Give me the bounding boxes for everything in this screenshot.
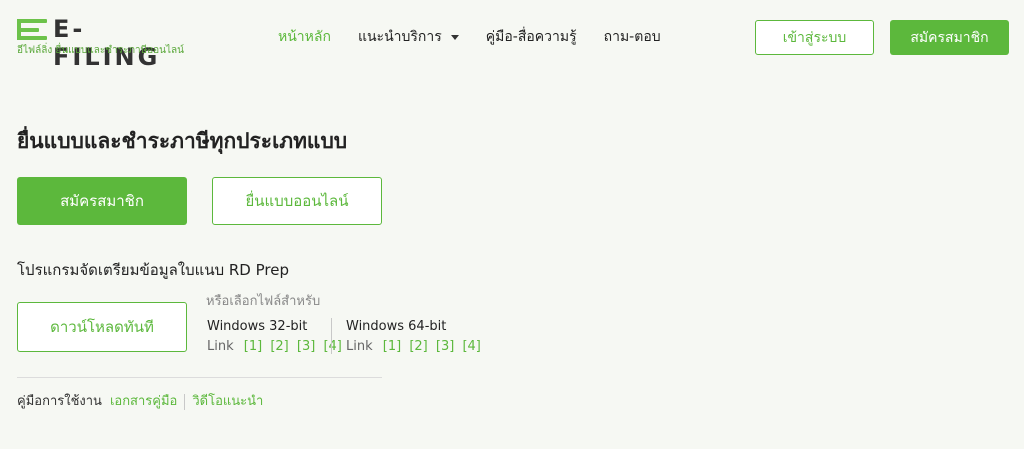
header: E-FILING อีไฟล์ลิ่ง ยื่นแบบและชำระภาษีออ… xyxy=(0,0,1024,80)
nav-services[interactable]: แนะนำบริการ xyxy=(358,27,459,47)
link-separator xyxy=(184,394,186,410)
login-button[interactable]: เข้าสู่ระบบ xyxy=(755,20,874,55)
file-online-button[interactable]: ยื่นแบบออนไลน์ xyxy=(212,177,382,225)
win32-link-4[interactable]: [4] xyxy=(323,339,341,354)
rdprep-title: โปรแกรมจัดเตรียมข้อมูลใบแนบ RD Prep xyxy=(17,261,289,279)
win64-link-2[interactable]: [2] xyxy=(409,339,427,354)
page-title: ยื่นแบบและชำระภาษีทุกประเภทแบบ xyxy=(17,129,348,153)
user-guide-row: คู่มือการใช้งาน เอกสารคู่มือ วิดีโอแนะนำ xyxy=(17,392,263,412)
register-button[interactable]: สมัครสมาชิก xyxy=(17,177,187,225)
efiling-logo[interactable]: E-FILING อีไฟล์ลิ่ง ยื่นแบบและชำระภาษีออ… xyxy=(17,15,187,71)
main-nav: หน้าหลัก แนะนำบริการ คู่มือ-สื่อความรู้ … xyxy=(278,27,688,47)
windows-32bit-links: Link [1] [2] [3] [4] xyxy=(207,338,346,356)
nav-home[interactable]: หน้าหลัก xyxy=(278,27,331,47)
win32-link-3[interactable]: [3] xyxy=(297,339,315,354)
link-label: Link xyxy=(207,339,234,354)
nav-manuals[interactable]: คู่มือ-สื่อความรู้ xyxy=(486,27,577,47)
win32-link-1[interactable]: [1] xyxy=(244,339,262,354)
logo-e-mark-icon xyxy=(17,18,47,40)
win64-link-3[interactable]: [3] xyxy=(436,339,454,354)
link-label: Link xyxy=(346,339,373,354)
windows-32bit-downloads: Windows 32-bit Link [1] [2] [3] [4] xyxy=(207,318,346,356)
logo-tagline: อีไฟล์ลิ่ง ยื่นแบบและชำระภาษีออนไลน์ xyxy=(17,45,184,56)
guide-document-link[interactable]: เอกสารคู่มือ xyxy=(110,392,177,412)
logo-text: E-FILING xyxy=(53,15,161,71)
nav-services-label: แนะนำบริการ xyxy=(357,29,442,45)
nav-faq[interactable]: ถาม-ตอบ xyxy=(604,27,661,47)
os-divider xyxy=(331,318,332,354)
win64-link-1[interactable]: [1] xyxy=(383,339,401,354)
nav-faq-label: ถาม-ตอบ xyxy=(603,29,661,45)
or-choose-label: หรือเลือกไฟล์สำหรับ xyxy=(206,294,321,309)
register-button-header[interactable]: สมัครสมาชิก xyxy=(890,20,1009,55)
chevron-down-icon xyxy=(450,34,459,40)
windows-64bit-links: Link [1] [2] [3] [4] xyxy=(346,338,485,356)
nav-manuals-label: คู่มือ-สื่อความรู้ xyxy=(485,29,577,45)
windows-64bit-downloads: Windows 64-bit Link [1] [2] [3] [4] xyxy=(346,318,485,356)
download-now-button[interactable]: ดาวน์โหลดทันที xyxy=(17,302,187,352)
user-guide-label: คู่มือการใช้งาน xyxy=(17,394,102,409)
divider xyxy=(17,377,382,378)
guide-video-link[interactable]: วิดีโอแนะนำ xyxy=(192,392,263,412)
windows-32bit-label: Windows 32-bit xyxy=(207,319,308,334)
win32-link-2[interactable]: [2] xyxy=(270,339,288,354)
win64-link-4[interactable]: [4] xyxy=(462,339,480,354)
windows-64bit-label: Windows 64-bit xyxy=(346,319,447,334)
nav-home-label: หน้าหลัก xyxy=(278,29,331,45)
